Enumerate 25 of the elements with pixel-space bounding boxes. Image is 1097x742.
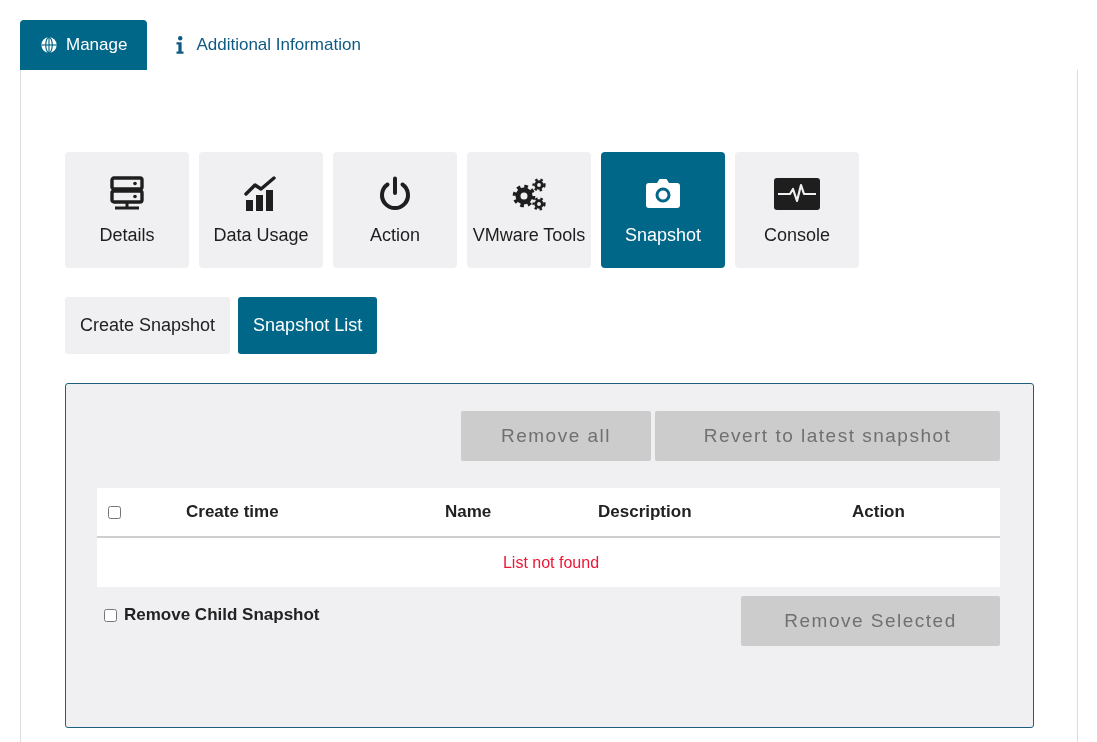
tool-tile[interactable]: Snapshot	[601, 152, 725, 268]
tool-tile[interactable]: Console	[735, 152, 859, 268]
column-header: Name	[445, 502, 492, 522]
select-all-checkbox[interactable]	[108, 505, 121, 519]
tool-tile[interactable]: Action	[333, 152, 457, 268]
tab[interactable]: Manage	[20, 20, 148, 70]
globe-icon	[40, 36, 58, 54]
subtab[interactable]: Snapshot List	[238, 297, 378, 354]
empty-list-message: List not found	[502, 553, 600, 572]
tab[interactable]: Additional Information	[156, 20, 381, 70]
checkbox-label: Remove Child Snapshot	[124, 605, 320, 625]
subtab[interactable]: Create Snapshot	[65, 297, 231, 354]
remove-child-checkbox[interactable]	[104, 608, 117, 622]
column-header: Create time	[186, 502, 279, 522]
column-header: Action	[852, 502, 905, 522]
tool-tile[interactable]: VMware Tools	[467, 152, 591, 268]
gears-icon	[511, 176, 547, 212]
tool-tile[interactable]: Details	[65, 152, 189, 268]
power-icon	[377, 176, 413, 212]
tool-tile[interactable]: Data Usage	[199, 152, 323, 268]
monitor-pulse-icon	[774, 176, 820, 212]
server-icon	[109, 176, 145, 212]
bar-chart-icon	[243, 176, 279, 212]
column-header: Description	[598, 502, 692, 522]
info-icon	[176, 36, 185, 54]
